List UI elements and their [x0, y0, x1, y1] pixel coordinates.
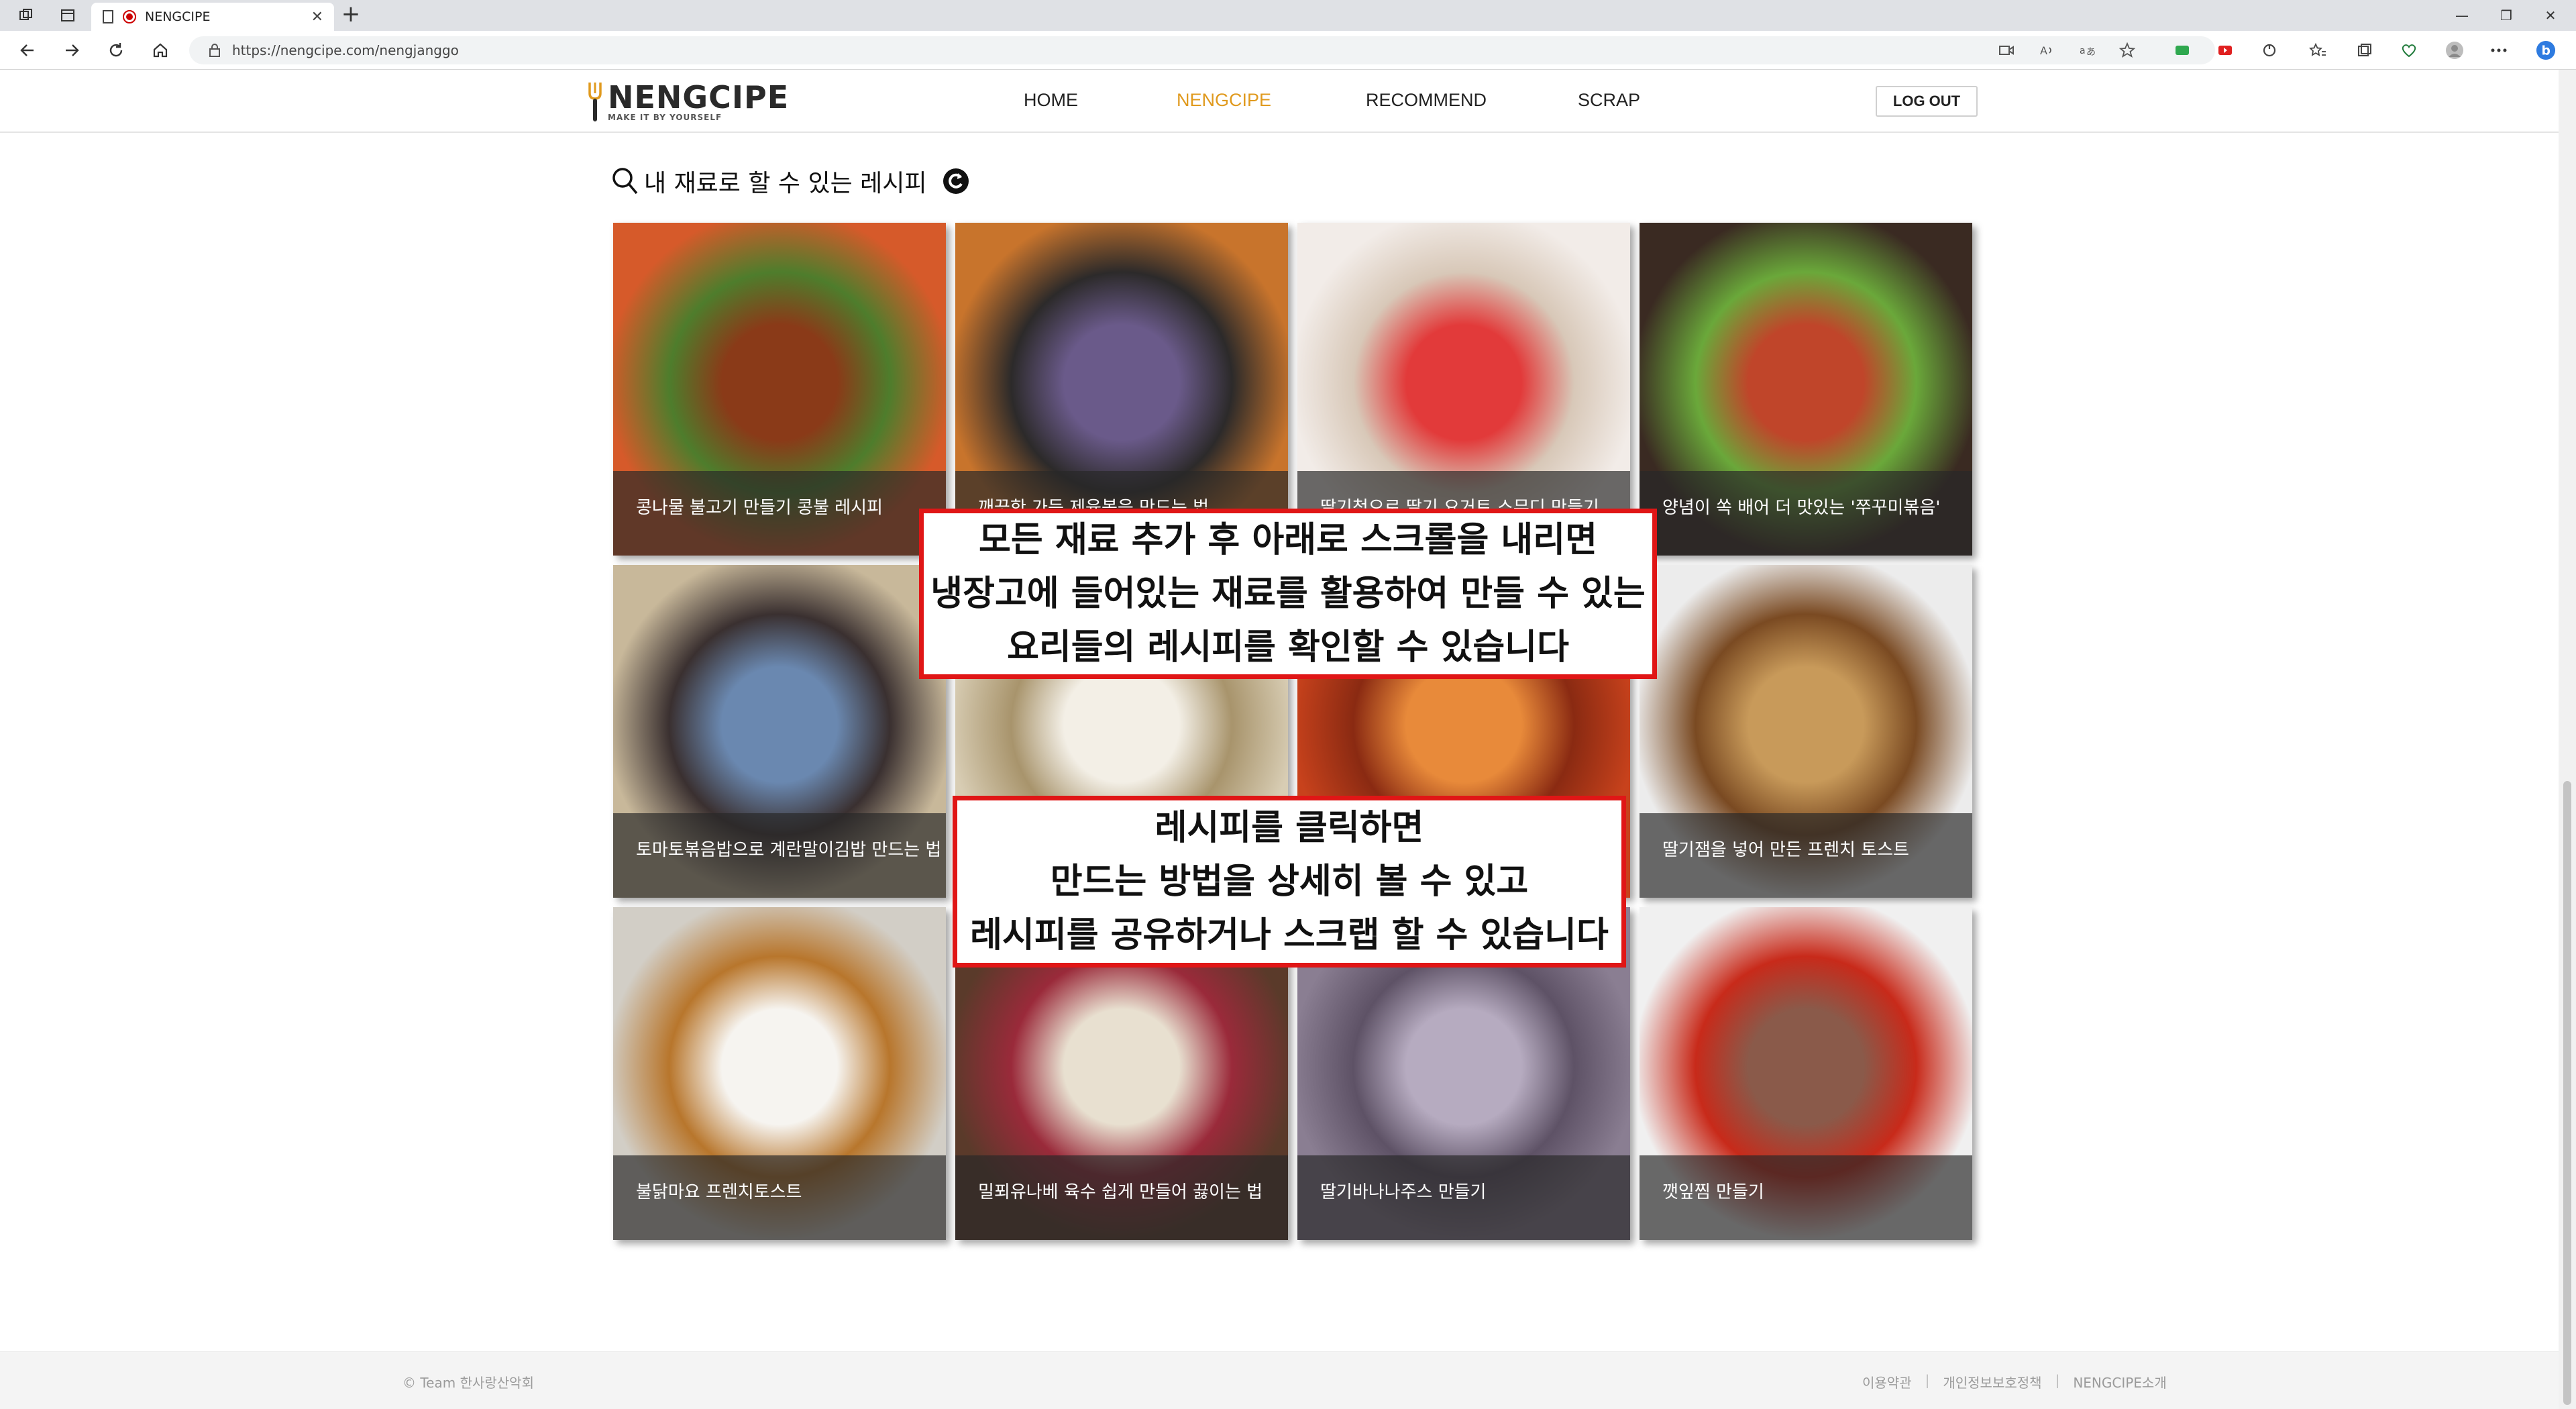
- reload-icon: [109, 43, 123, 57]
- collections-icon[interactable]: [2355, 40, 2375, 60]
- recipe-caption: 딸기바나나주스 만들기: [1297, 1155, 1630, 1240]
- svg-text:A: A: [2040, 44, 2047, 57]
- callout-line: 레시피를 클릭하면: [1155, 808, 1424, 848]
- recipe-caption: 콩나물 불고기 만들기 콩불 레시피: [613, 471, 946, 556]
- translate-icon[interactable]: aあ: [2077, 40, 2097, 60]
- nav-recommend[interactable]: RECOMMEND: [1366, 90, 1487, 111]
- recipe-card[interactable]: 깨끗한 가든 제육볶음 만드는 법: [955, 223, 1288, 556]
- search-icon: [612, 168, 638, 195]
- tab-title: NENGCIPE: [145, 9, 211, 24]
- fork-icon: [588, 83, 602, 121]
- scrollbar-thumb[interactable]: [2563, 781, 2571, 1405]
- footer-links: 이용약관 | 개인정보보호정책 | NENGCIPE소개: [1862, 1372, 2167, 1392]
- recipe-card[interactable]: 불닭마요 프렌치토스트: [613, 907, 946, 1240]
- favorite-star-icon[interactable]: [2117, 40, 2137, 60]
- extension-red-icon[interactable]: [2215, 40, 2235, 60]
- recipe-caption: 불닭마요 프렌치토스트: [613, 1155, 946, 1240]
- svg-text:a: a: [2080, 46, 2086, 56]
- close-window-button[interactable]: ✕: [2530, 4, 2571, 27]
- url-field[interactable]: https://nengcipe.com/nengjanggo: [189, 36, 2215, 64]
- new-tab-button[interactable]: +: [339, 3, 362, 27]
- home-icon: [153, 43, 168, 58]
- refresh-button[interactable]: [105, 39, 127, 62]
- logout-button[interactable]: LOG OUT: [1876, 86, 1978, 117]
- restore-button[interactable]: ❐: [2486, 4, 2526, 27]
- callout-line: 레시피를 공유하거나 스크랩 할 수 있습니다: [970, 915, 1609, 955]
- footer-link-about[interactable]: NENGCIPE소개: [2073, 1372, 2166, 1392]
- recipe-card[interactable]: 토마토볶음밥으로 계란말이김밥 만드는 법: [613, 565, 946, 898]
- recipe-caption: 토마토볶음밥으로 계란말이김밥 만드는 법: [613, 813, 946, 898]
- recipe-card[interactable]: 딸기청으로 딸기 요거트 스무디 만들기: [1297, 223, 1630, 556]
- recipe-card[interactable]: 딸기잼을 넣어 만든 프렌치 토스트: [1640, 565, 1972, 898]
- nav-nengcipe[interactable]: NENGCIPE: [1177, 90, 1271, 111]
- callout-line: 만드는 방법을 상세히 볼 수 있고: [1050, 862, 1529, 902]
- read-aloud-icon[interactable]: A: [2037, 40, 2057, 60]
- browser-tab-bar: NENGCIPE ✕ + — ❐ ✕: [0, 0, 2576, 31]
- recipe-grid: 콩나물 불고기 만들기 콩불 레시피 깨끗한 가든 제육볶음 만드는 법 딸기청으로…: [613, 223, 1972, 1241]
- svg-text:b: b: [2541, 44, 2550, 58]
- site-logo[interactable]: NENGCIPE MAKE IT BY YOURSELF: [588, 79, 789, 125]
- nav-home[interactable]: HOME: [1024, 90, 1078, 111]
- camera-icon[interactable]: [1996, 40, 2017, 60]
- tutorial-callout-click: 레시피를 클릭하면 만드는 방법을 상세히 볼 수 있고 레시피를 공유하거나 …: [953, 796, 1626, 968]
- arrow-right-icon: [66, 44, 79, 56]
- refresh-recipes-icon[interactable]: [942, 167, 970, 195]
- logo-tagline: MAKE IT BY YOURSELF: [608, 113, 722, 122]
- footer-link-terms[interactable]: 이용약관: [1862, 1372, 1912, 1392]
- workspaces-icon[interactable]: [16, 5, 36, 25]
- close-tab-icon[interactable]: ✕: [311, 9, 323, 25]
- favorites-list-icon[interactable]: [2308, 40, 2328, 60]
- svg-text:あ: あ: [2086, 47, 2095, 57]
- home-button[interactable]: [149, 39, 172, 62]
- extension-green-icon[interactable]: [2172, 40, 2192, 60]
- back-button[interactable]: [16, 39, 39, 62]
- callout-line: 모든 재료 추가 후 아래로 스크롤을 내리면: [979, 520, 1597, 560]
- footer-separator: |: [2055, 1372, 2060, 1388]
- page-scrollbar[interactable]: [2559, 70, 2576, 1409]
- site-header: NENGCIPE MAKE IT BY YOURSELF HOME NENGCI…: [0, 70, 2559, 133]
- site-footer: © Team 한사랑산악회 이용약관 | 개인정보보호정책 | NENGCIPE…: [0, 1351, 2559, 1409]
- profile-avatar-icon[interactable]: [2445, 40, 2465, 60]
- footer-copyright: © Team 한사랑산악회: [402, 1375, 534, 1391]
- recipe-card[interactable]: 콩나물 불고기 만들기 콩불 레시피: [613, 223, 946, 556]
- recipe-caption: 딸기잼을 넣어 만든 프렌치 토스트: [1640, 813, 1972, 898]
- url-text: https://nengcipe.com/nengjanggo: [232, 42, 459, 58]
- more-options-icon[interactable]: [2489, 40, 2509, 60]
- nav-scrap[interactable]: SCRAP: [1578, 90, 1640, 111]
- recording-icon: [123, 10, 136, 23]
- minimize-button[interactable]: —: [2442, 4, 2482, 27]
- lock-icon: [209, 44, 220, 57]
- recipe-card[interactable]: 깻잎찜 만들기: [1640, 907, 1972, 1240]
- tab-actions-icon[interactable]: [58, 5, 78, 25]
- tutorial-callout-scroll: 모든 재료 추가 후 아래로 스크롤을 내리면 냉장고에 들어있는 재료를 활용…: [919, 509, 1657, 679]
- footer-separator: |: [1925, 1372, 1930, 1388]
- page-icon: [103, 10, 113, 23]
- recipe-card[interactable]: 양념이 쏙 배어 더 맛있는 '쭈꾸미볶음': [1640, 223, 1972, 556]
- forward-button[interactable]: [60, 39, 83, 62]
- health-heart-icon[interactable]: [2399, 40, 2419, 60]
- callout-line: 요리들의 레시피를 확인할 수 있습니다: [1007, 627, 1569, 668]
- tab-nengcipe[interactable]: NENGCIPE ✕: [91, 3, 334, 31]
- address-bar-row: https://nengcipe.com/nengjanggo A aあ b: [0, 31, 2576, 70]
- callout-line: 냉장고에 들어있는 재료를 활용하여 만들 수 있는: [930, 574, 1646, 614]
- extension-sync-icon[interactable]: [2259, 40, 2279, 60]
- bing-chat-icon[interactable]: b: [2536, 40, 2556, 60]
- arrow-left-icon: [20, 44, 34, 56]
- recipe-caption: 밀푀유나베 육수 쉽게 만들어 끓이는 법: [955, 1155, 1288, 1240]
- recipe-caption: 양념이 쏙 배어 더 맛있는 '쭈꾸미볶음': [1640, 471, 1972, 556]
- recipe-caption: 깻잎찜 만들기: [1640, 1155, 1972, 1240]
- section-heading: 내 재료로 할 수 있는 레시피: [612, 162, 970, 200]
- footer-link-privacy[interactable]: 개인정보보호정책: [1943, 1372, 2041, 1392]
- logo-wordmark: NENGCIPE: [608, 79, 790, 115]
- section-title-text: 내 재료로 할 수 있는 레시피: [644, 170, 927, 197]
- web-page: NENGCIPE MAKE IT BY YOURSELF HOME NENGCI…: [0, 70, 2559, 1409]
